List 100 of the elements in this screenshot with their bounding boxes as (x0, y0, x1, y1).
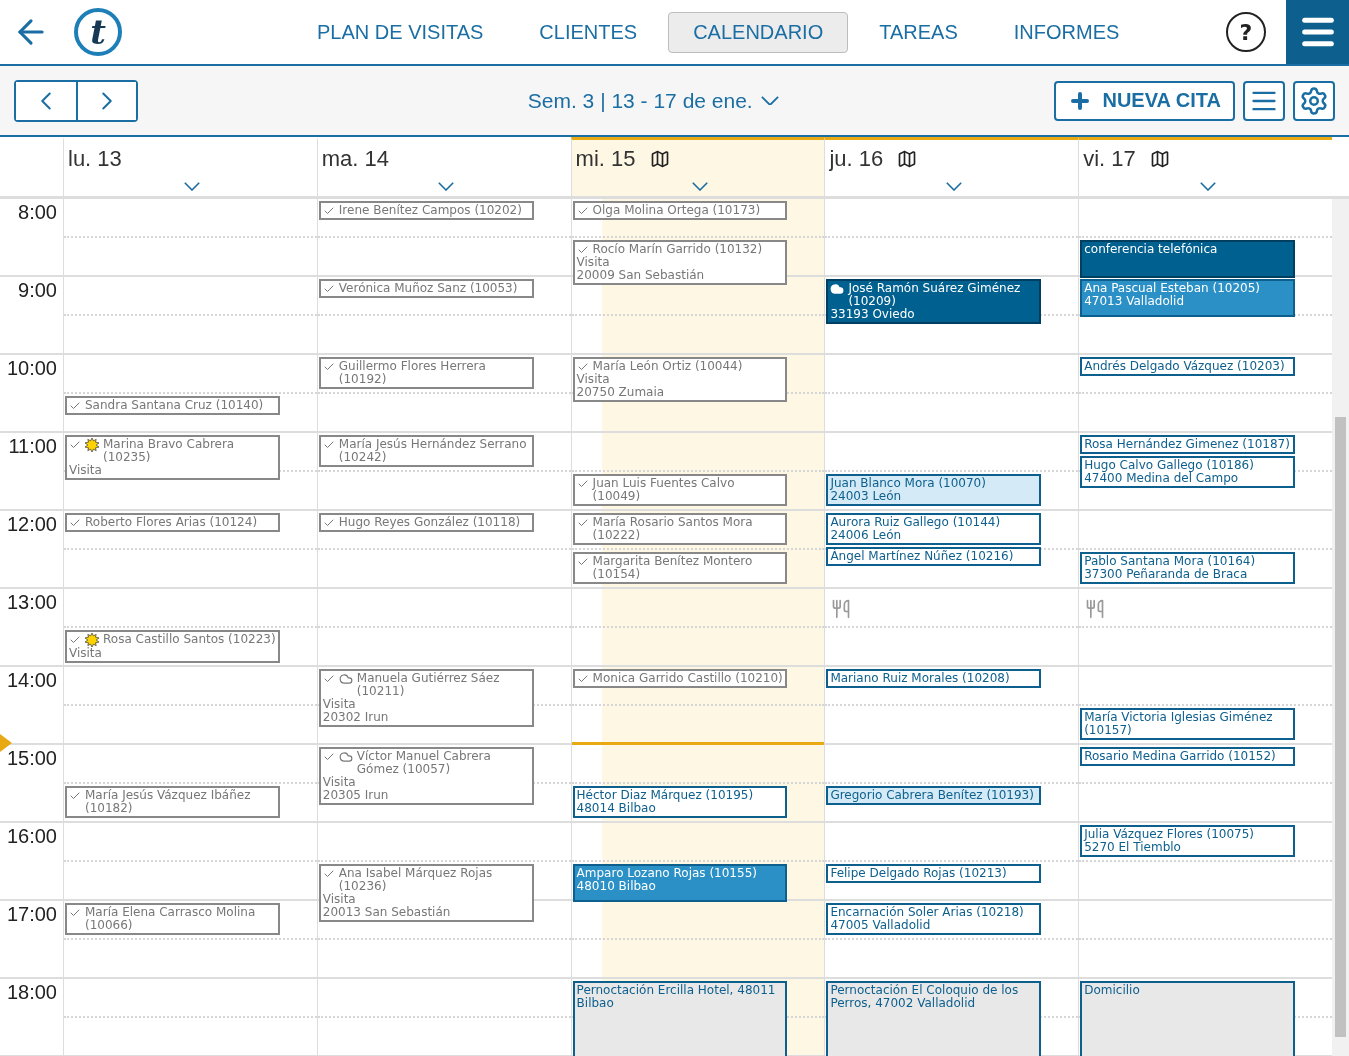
appointment-card[interactable]: María Victoria Iglesias Giménez (10157) (1080, 708, 1296, 740)
appointment-card[interactable]: Monica Garrido Castillo (10210) (572, 669, 788, 688)
appointment-card[interactable]: Rosario Medina Garrido (10152) (1080, 747, 1296, 766)
appointment-card[interactable]: Pernoctación Ercilla Hotel, 48011 Bilbao (572, 981, 788, 1056)
appointment-title: Víctor Manuel Cabrera Gómez (10057) (356, 750, 492, 776)
appointment-card[interactable]: Encarnación Soler Arias (10218) 47005 Valladolid (826, 903, 1042, 935)
appointment-card[interactable]: Rosa Castillo Santos (10223) Visita (65, 630, 280, 663)
chevron-down-icon[interactable] (1199, 182, 1216, 191)
appointment-card[interactable]: Domicilio (1080, 981, 1296, 1056)
new-appointment-button[interactable]: NUEVA CITA (1054, 80, 1235, 121)
app-logo: t (74, 8, 122, 56)
chevron-down-icon[interactable] (184, 182, 201, 191)
appointment-card[interactable]: Olga Molina Ortega (10173) (572, 201, 788, 220)
appointment-card[interactable]: Víctor Manuel Cabrera Gómez (10057) Visita 20305 Irun (318, 747, 534, 805)
appointment-detail: 5270 El Tiemblo (1084, 841, 1182, 854)
appointment-card[interactable]: Irene Benítez Campos (10202) (318, 201, 534, 220)
appointment-card[interactable]: Ángel Martínez Núñez (10216) (826, 547, 1042, 566)
appointment-card[interactable]: Gregorio Cabrera Benítez (10193) (826, 786, 1042, 805)
check-icon (576, 361, 589, 373)
appointment-title: María Elena Carrasco Molina (10066) (85, 906, 257, 932)
help-button[interactable]: ? (1226, 12, 1266, 52)
hour-label: 11:00 (8, 435, 57, 459)
appointment-card[interactable]: Pablo Santana Mora (10164) 37300 Peñaranda de Braca (1080, 552, 1296, 584)
appointment-title: Domicilio (1084, 984, 1140, 997)
appointment-card[interactable]: Roberto Flores Arias (10124) (65, 513, 280, 532)
day-header[interactable]: vi. 17 (1078, 137, 1332, 196)
menu-button[interactable] (1286, 0, 1349, 64)
appointment-card[interactable]: Guillermo Flores Herrera (10192) (318, 357, 534, 389)
current-time-marker (0, 734, 12, 752)
appointment-title: Pernoctación El Coloquio de los Perros, 47002 Valladolid (830, 984, 1020, 1010)
nav-tab[interactable]: TAREAS (854, 11, 983, 53)
appointment-card[interactable]: Mariano Ruiz Morales (10208) (826, 669, 1042, 688)
appointment-card[interactable]: Verónica Muñoz Sanz (10053) (318, 279, 534, 298)
appointment-card[interactable]: Felipe Delgado Rojas (10213) (826, 864, 1042, 883)
appointment-card[interactable]: Margarita Benítez Montero (10154) (572, 552, 788, 584)
appointment-card[interactable]: José Ramón Suárez Giménez (10209) 33193 Oviedo (826, 279, 1042, 324)
appointment-detail: Visita (576, 256, 611, 269)
appointment-card[interactable]: Aurora Ruiz Gallego (10144) 24006 León (826, 513, 1042, 545)
appointment-card[interactable]: Pernoctación El Coloquio de los Perros, 47002 Valladolid (826, 981, 1042, 1056)
appointment-title: Julia Vázquez Flores (10075) (1084, 828, 1255, 841)
appointment-detail: 24003 León (830, 490, 903, 503)
day-header[interactable]: ju. 16 (824, 137, 1079, 196)
chevron-down-icon (760, 95, 779, 106)
appointment-card[interactable]: Juan Blanco Mora (10070) 24003 León (826, 474, 1042, 506)
check-icon (322, 517, 335, 529)
next-button[interactable] (76, 81, 136, 120)
check-icon (69, 400, 81, 412)
appointment-card[interactable]: Rosa Hernández Gimenez (10187) (1080, 435, 1296, 454)
check-icon (576, 205, 589, 217)
appointment-title: María Jesús Hernández Serrano (10242) (338, 438, 528, 464)
appointment-title: Hugo Calvo Gallego (10186) (1084, 459, 1254, 472)
appointment-card[interactable]: Sandra Santana Cruz (10140) (65, 396, 280, 415)
appointment-card[interactable]: conferencia telefónica (1080, 240, 1296, 278)
check-icon (576, 244, 589, 256)
appointment-card[interactable]: María Rosario Santos Mora (10222) (572, 513, 788, 545)
appointment-card[interactable]: Ana Isabel Márquez Rojas (10236) Visita 20013 San Sebastián (318, 864, 534, 922)
appointment-title: Roberto Flores Arias (10124) (85, 516, 258, 529)
appointment-detail: 48014 Bilbao (576, 802, 656, 815)
appointment-title: José Ramón Suárez Giménez (10209) (848, 282, 1022, 308)
appointment-card[interactable]: Juan Luis Fuentes Calvo (10049) (572, 474, 788, 506)
check-icon (322, 283, 335, 295)
chevron-down-icon[interactable] (692, 182, 708, 191)
appointment-card[interactable]: Ana Pascual Esteban (10205) 47013 Valladolid (1080, 279, 1296, 317)
appointment-card[interactable]: Amparo Lozano Rojas (10155) 48010 Bilbao (572, 864, 788, 902)
appointment-title: María Victoria Iglesias Giménez (10157) (1084, 711, 1274, 737)
appointment-title: Juan Blanco Mora (10070) (830, 477, 986, 490)
week-selector[interactable]: Sem. 3 | 13 - 17 de ene. (407, 87, 785, 114)
appointment-card[interactable]: María León Ortiz (10044) Visita 20750 Zumaia (572, 357, 788, 402)
nav-tab[interactable]: CALENDARIO (668, 11, 849, 53)
check-icon (69, 790, 81, 802)
appointment-card[interactable]: Andrés Delgado Vázquez (10203) (1080, 357, 1296, 376)
hour-label: 18:00 (6, 981, 57, 1005)
nav-tab[interactable]: CLIENTES (514, 11, 663, 53)
appointment-card[interactable]: María Jesús Hernández Serrano (10242) (318, 435, 534, 467)
appointment-card[interactable]: Rocío Marín Garrido (10132) Visita 20009 San Sebastián (572, 240, 788, 285)
appointment-card[interactable]: Julia Vázquez Flores (10075) 5270 El Tiemblo (1080, 825, 1296, 857)
list-view-button[interactable] (1243, 80, 1285, 121)
check-icon (322, 673, 335, 685)
chevron-down-icon[interactable] (945, 182, 962, 191)
check-icon (576, 673, 589, 685)
settings-button[interactable] (1293, 80, 1335, 121)
check-icon (69, 517, 81, 529)
day-header[interactable]: mi. 15 (570, 137, 825, 196)
appointment-card[interactable]: María Jesús Vázquez Ibáñez (10182) (65, 786, 280, 818)
sun-icon (85, 438, 99, 452)
appointment-card[interactable]: Marina Bravo Cabrera (10235) Visita (65, 435, 280, 480)
nav-tab[interactable]: PLAN DE VISITAS (292, 11, 509, 53)
appointment-card[interactable]: María Elena Carrasco Molina (10066) (65, 903, 280, 935)
hour-label: 12:00 (6, 513, 57, 537)
chevron-down-icon[interactable] (438, 182, 455, 191)
appointment-title: Ana Pascual Esteban (10205) (1084, 282, 1261, 295)
settings-icon (1299, 85, 1329, 116)
nav-tab[interactable]: INFORMES (988, 11, 1145, 53)
scrollbar[interactable] (1332, 199, 1349, 1056)
appointment-card[interactable]: Hugo Reyes González (10118) (318, 513, 534, 532)
appointment-card[interactable]: Manuela Gutiérrez Sáez (10211) Visita 20302 Irun (318, 669, 534, 727)
appointment-card[interactable]: Héctor Diaz Márquez (10195) 48014 Bilbao (572, 786, 788, 818)
appointment-title: María León Ortiz (10044) (592, 360, 743, 373)
appointment-title: Héctor Diaz Márquez (10195) (576, 789, 754, 802)
appointment-card[interactable]: Hugo Calvo Gallego (10186) 47400 Medina del Campo (1080, 456, 1296, 488)
